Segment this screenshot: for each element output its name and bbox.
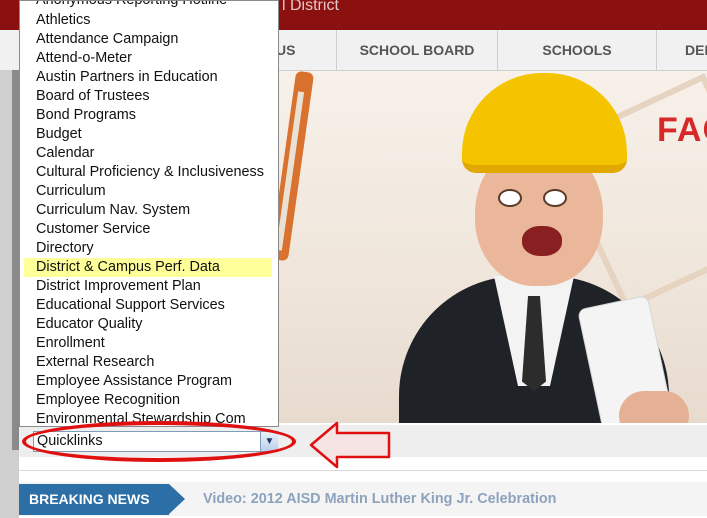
site-title: l District [282,0,339,14]
dropdown-option[interactable]: Attend-o-Meter [36,49,132,68]
dropdown-option[interactable]: Attendance Campaign [36,30,178,49]
nav-item-school-board[interactable]: SCHOOL BOARD [336,30,497,70]
breaking-news-label: BREAKING NEWS [19,484,169,515]
nav-item-schools[interactable]: SCHOOLS [497,30,656,70]
dropdown-option[interactable]: Educational Support Services [36,296,225,315]
dropdown-option[interactable]: District Improvement Plan [36,277,201,296]
dropdown-option[interactable]: External Research [36,353,154,372]
boy-eye-right [543,189,567,207]
hero-banner-text: FAC [657,111,707,149]
dropdown-option[interactable]: Bond Programs [36,106,136,125]
boy-mouth [522,226,562,256]
dropdown-option[interactable]: Cultural Proficiency & Inclusiveness [36,163,264,182]
breaking-news-arrow [169,484,185,514]
left-border-shadow [12,70,19,450]
dropdown-option[interactable]: Directory [36,239,94,258]
nav-item-dep[interactable]: DEP [656,30,707,70]
annotation-arrow-icon [309,421,391,469]
dropdown-option-highlighted[interactable]: District & Campus Perf. Data [24,258,272,277]
dropdown-option[interactable]: Austin Partners in Education [36,68,218,87]
boy-eye-left [498,189,522,207]
nav-item-partial[interactable]: US [270,30,336,70]
dropdown-option[interactable]: Athletics [36,11,90,30]
dropdown-option[interactable]: Calendar [36,144,94,163]
hero-banner[interactable]: FAC [279,71,707,423]
divider [19,470,707,471]
dropdown-option[interactable]: Customer Service [36,220,150,239]
dropdown-option[interactable]: Curriculum Nav. System [36,201,190,220]
page: l District US SCHOOL BOARD SCHOOLS DEP F… [0,0,707,518]
dropdown-option[interactable]: Board of Trustees [36,87,150,106]
boy-hand [619,391,689,423]
dropdown-option[interactable]: Educator Quality [36,315,142,334]
annotation-highlight-ellipse [22,421,296,462]
breaking-news-headline[interactable]: Video: 2012 AISD Martin Luther King Jr. … [203,484,556,515]
dropdown-option[interactable]: Anonymous Reporting Hotline [36,1,227,10]
dropdown-option[interactable]: Budget [36,125,82,144]
dropdown-option[interactable]: Curriculum [36,182,106,201]
dropdown-option[interactable]: Employee Assistance Program [36,372,232,391]
hard-hat [462,73,627,173]
quicklinks-dropdown-list[interactable]: Anonymous Reporting Hotline Athletics At… [19,0,279,427]
dropdown-option[interactable]: Employee Recognition [36,391,180,410]
dropdown-option[interactable]: Enrollment [36,334,105,353]
